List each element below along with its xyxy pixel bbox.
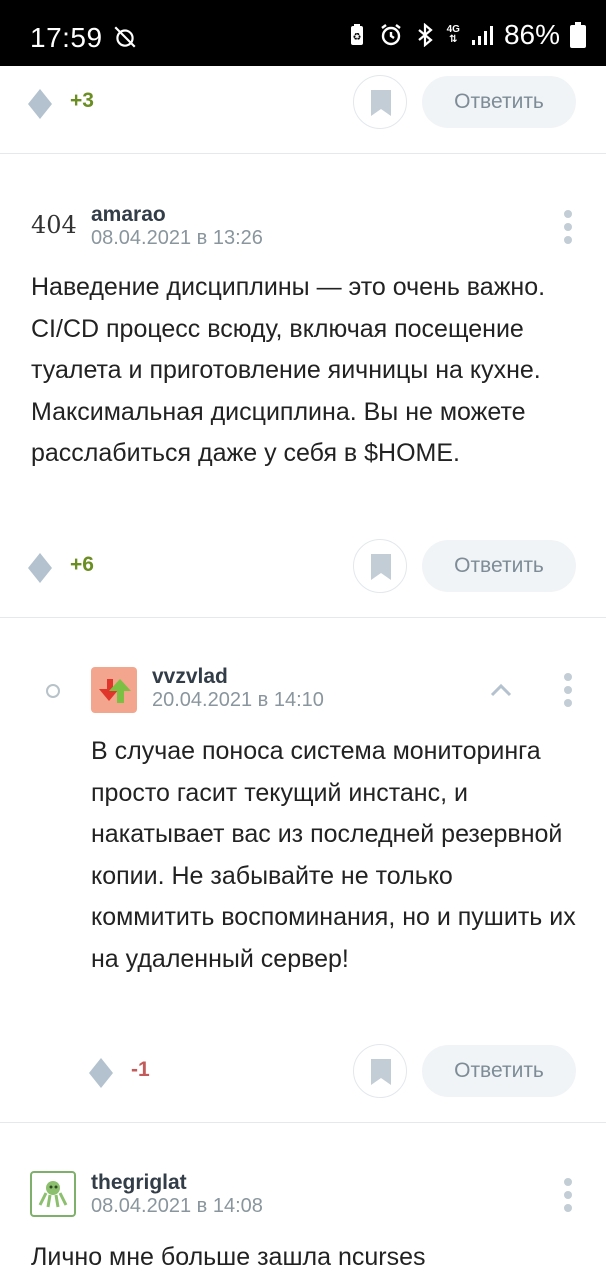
timestamp[interactable]: 08.04.2021 в 13:26 bbox=[91, 227, 263, 250]
signal-icon bbox=[471, 26, 493, 45]
thread-indicator[interactable] bbox=[46, 684, 60, 698]
reply-button[interactable]: Ответить bbox=[422, 540, 576, 592]
comment-score: -1 bbox=[131, 1058, 150, 1081]
divider bbox=[0, 153, 606, 154]
status-bar: 17:59 ♻ 4G ⇅ 86% bbox=[0, 0, 606, 66]
timestamp[interactable]: 08.04.2021 в 14:08 bbox=[91, 1195, 263, 1218]
battery-icon bbox=[570, 22, 586, 48]
username[interactable]: vvzvlad bbox=[152, 665, 228, 689]
comment-actions-top: +3 Ответить bbox=[0, 75, 606, 131]
status-icons: ♻ 4G ⇅ 86% bbox=[345, 19, 586, 50]
comment-actions: -1 Ответить bbox=[0, 1044, 606, 1100]
alarm-icon bbox=[380, 24, 401, 46]
avatar[interactable] bbox=[30, 1171, 76, 1217]
reply-button[interactable]: Ответить bbox=[422, 76, 576, 128]
bookmark-button[interactable] bbox=[353, 75, 407, 129]
status-time: 17:59 bbox=[30, 22, 103, 53]
vote-diamond-icon[interactable] bbox=[28, 89, 52, 119]
comment-actions: +6 Ответить bbox=[0, 539, 606, 595]
divider bbox=[0, 1122, 606, 1123]
comment-text: Наведение дисциплины — это очень важно. … bbox=[31, 273, 546, 468]
username[interactable]: amarao bbox=[91, 203, 166, 227]
avatar[interactable]: 404 bbox=[31, 211, 77, 239]
vote-diamond-icon[interactable] bbox=[28, 553, 52, 583]
bookmark-icon bbox=[371, 1059, 391, 1085]
bluetooth-icon bbox=[417, 23, 433, 47]
comment-score: +6 bbox=[70, 553, 94, 576]
bookmark-icon bbox=[371, 554, 391, 580]
chevron-up-icon[interactable] bbox=[489, 682, 513, 698]
bookmark-button[interactable] bbox=[353, 1044, 407, 1098]
avatar[interactable] bbox=[91, 667, 137, 713]
bookmark-button[interactable] bbox=[353, 539, 407, 593]
reply-button[interactable]: Ответить bbox=[422, 1045, 576, 1097]
bookmark-icon bbox=[371, 90, 391, 116]
4g-icon: 4G ⇅ bbox=[446, 24, 460, 45]
comment-text: В случае поноса система мониторинга прос… bbox=[91, 737, 576, 973]
divider bbox=[0, 617, 606, 618]
comment-score: +3 bbox=[70, 89, 94, 112]
alarm-off-icon bbox=[114, 26, 136, 48]
username[interactable]: thegriglat bbox=[91, 1171, 187, 1195]
timestamp[interactable]: 20.04.2021 в 14:10 bbox=[152, 689, 324, 712]
battery-saver-icon: ♻ bbox=[350, 24, 363, 45]
more-options-icon[interactable] bbox=[563, 672, 573, 708]
comment-text: Лично мне больше зашла ncurses bbox=[31, 1243, 426, 1271]
svg-text:♻: ♻ bbox=[352, 32, 361, 43]
more-options-icon[interactable] bbox=[563, 1177, 573, 1213]
more-options-icon[interactable] bbox=[563, 209, 573, 245]
battery-percent: 86% bbox=[503, 19, 560, 50]
vote-diamond-icon[interactable] bbox=[89, 1058, 113, 1088]
